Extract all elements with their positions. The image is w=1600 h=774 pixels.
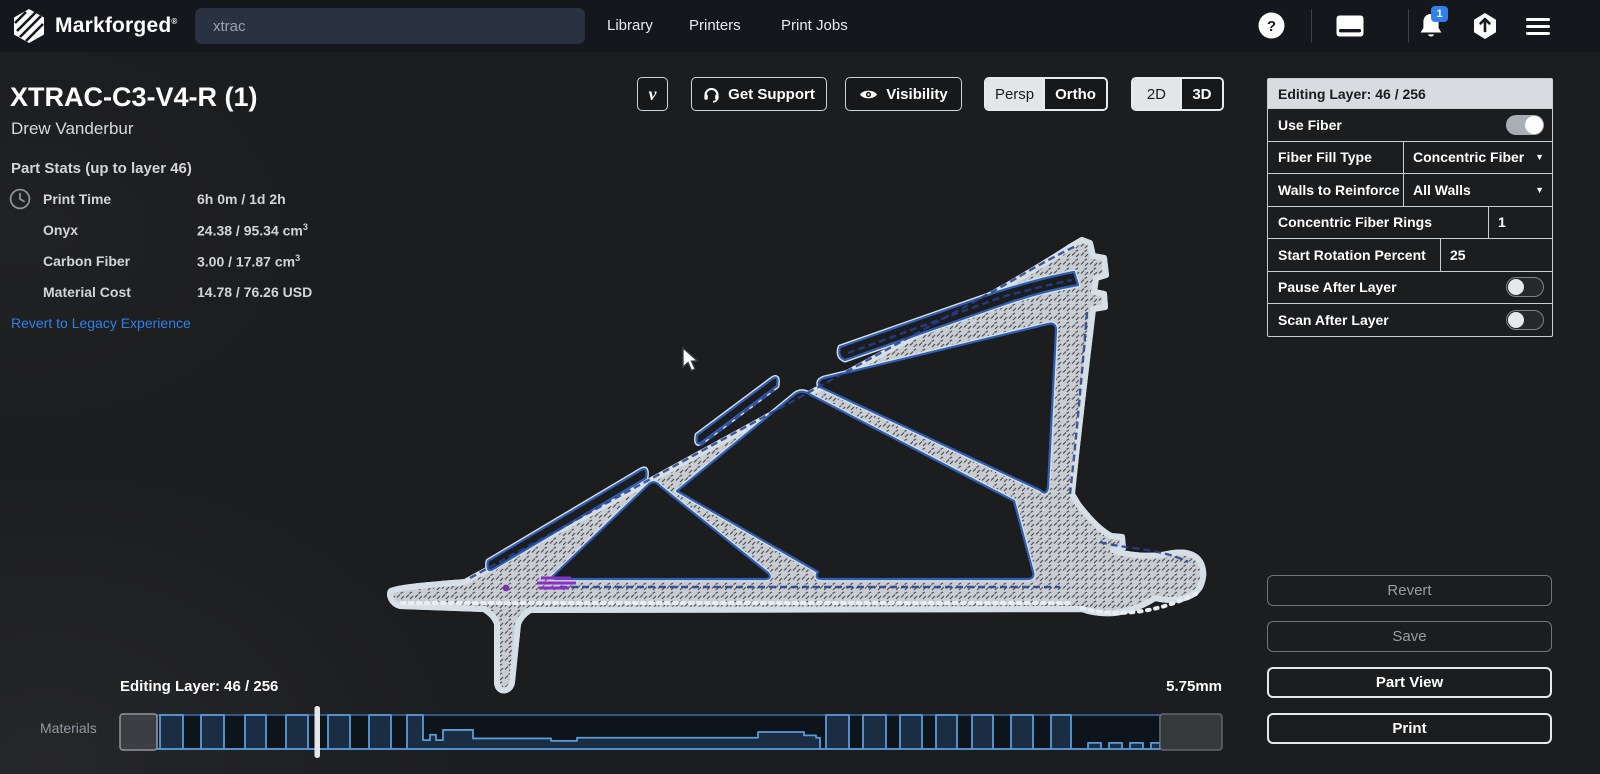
scan-after-layer-label: Scan After Layer [1278, 311, 1389, 328]
pause-after-layer-row: Pause After Layer [1268, 270, 1552, 304]
versions-button[interactable]: ν [637, 77, 668, 111]
save-button[interactable]: Save [1267, 621, 1552, 652]
layer-scrubber-handle[interactable] [314, 706, 321, 758]
ortho-option[interactable]: Ortho [1043, 79, 1106, 109]
editing-layer-label: Editing Layer: 46 / 256 [120, 678, 279, 695]
walls-to-reinforce-value: All Walls [1413, 181, 1471, 198]
brand-name: Markforged® [55, 14, 178, 37]
concentric-fiber-rings-value: 1 [1498, 214, 1506, 231]
fiber-fill-type-select[interactable]: Concentric Fiber ▼ [1403, 141, 1552, 173]
use-fiber-row: Use Fiber [1268, 108, 1552, 141]
pause-after-layer-label: Pause After Layer [1278, 279, 1397, 296]
stat-label: Print Time [43, 191, 112, 207]
fiber-fill-type-label: Fiber Fill Type [1278, 149, 1372, 166]
stat-value: 3.00 / 17.87 cm3 [197, 253, 301, 270]
dimension-toggle: 2D 3D [1131, 77, 1224, 111]
menu-icon[interactable] [1526, 14, 1550, 39]
2d-option[interactable]: 2D [1133, 79, 1180, 109]
start-rotation-percent-input[interactable]: 25 [1440, 239, 1552, 271]
fiber-fill-type-value: Concentric Fiber [1413, 149, 1525, 166]
scan-after-layer-row: Scan After Layer [1268, 303, 1552, 336]
print-system-icon[interactable] [1336, 15, 1364, 42]
markforged-logo-icon [14, 9, 44, 43]
concentric-fiber-rings-row: Concentric Fiber Rings 1 [1268, 205, 1552, 238]
nav-library[interactable]: Library [607, 17, 653, 34]
mouse-cursor [682, 347, 700, 372]
visibility-button[interactable]: Visibility [845, 77, 962, 111]
upload-hexagon-icon[interactable] [1472, 12, 1498, 45]
part-slice-view[interactable] [380, 192, 1220, 712]
stat-value: 6h 0m / 1d 2h [197, 191, 286, 207]
part-view-button[interactable]: Part View [1267, 667, 1552, 698]
stat-label: Carbon Fiber [43, 253, 131, 269]
highlighted-fiber-dot [502, 584, 510, 592]
search-input[interactable] [195, 8, 585, 44]
walls-to-reinforce-select[interactable]: All Walls ▼ [1403, 174, 1552, 206]
svg-text:?: ? [1267, 18, 1276, 35]
chevron-down-icon: ▼ [1535, 184, 1544, 195]
pause-after-layer-toggle[interactable] [1506, 277, 1544, 298]
visibility-label: Visibility [886, 85, 948, 103]
stat-label: Material Cost [43, 284, 131, 300]
concentric-fiber-rings-input[interactable]: 1 [1488, 206, 1552, 238]
nav-print-jobs[interactable]: Print Jobs [781, 17, 848, 34]
fiber-fill-type-row: Fiber Fill Type Concentric Fiber ▼ [1268, 140, 1552, 173]
start-rotation-percent-row: Start Rotation Percent 25 [1268, 238, 1552, 271]
notification-badge: 1 [1431, 6, 1448, 22]
stat-value: 14.78 / 76.26 USD [197, 284, 313, 300]
use-fiber-label: Use Fiber [1278, 116, 1342, 133]
walls-to-reinforce-label: Walls to Reinforce [1278, 181, 1400, 198]
editing-layer-header: Editing Layer: 46 / 256 [1268, 79, 1552, 108]
stat-value: 24.38 / 95.34 cm3 [197, 222, 308, 239]
revert-button[interactable]: Revert [1267, 575, 1552, 606]
layer-settings-panel: Editing Layer: 46 / 256 Use Fiber Fiber … [1267, 78, 1553, 337]
page-title: XTRAC-C3-V4-R (1) [10, 82, 258, 112]
scan-after-layer-toggle[interactable] [1506, 309, 1544, 330]
part-owner: Drew Vanderbur [11, 119, 134, 138]
nav-printers[interactable]: Printers [689, 17, 741, 34]
use-fiber-toggle[interactable] [1506, 114, 1544, 135]
divider [1408, 9, 1409, 43]
clock-icon [9, 188, 31, 210]
materials-label: Materials [40, 720, 97, 736]
top-bar: Markforged® Library Printers Print Jobs … [0, 0, 1600, 52]
markforged-logo[interactable]: Markforged® [12, 8, 177, 44]
headset-icon [704, 87, 719, 103]
get-support-button[interactable]: Get Support [691, 77, 827, 111]
help-icon[interactable]: ? [1258, 12, 1285, 44]
walls-to-reinforce-row: Walls to Reinforce All Walls ▼ [1268, 173, 1552, 206]
start-rotation-percent-value: 25 [1450, 246, 1466, 263]
get-support-label: Get Support [728, 85, 815, 103]
chevron-down-icon: ▼ [1535, 152, 1544, 163]
viewport-canvas[interactable]: XTRAC-C3-V4-R (1) Drew Vanderbur Part St… [0, 52, 1600, 774]
revert-legacy-link[interactable]: Revert to Legacy Experience [11, 315, 191, 331]
stat-label: Onyx [43, 222, 79, 238]
start-rotation-percent-label: Start Rotation Percent [1278, 246, 1426, 263]
eye-icon [860, 90, 878, 98]
projection-toggle: Persp Ortho [984, 77, 1108, 111]
part-stats-heading: Part Stats (up to layer 46) [11, 160, 192, 177]
persp-option[interactable]: Persp [986, 79, 1044, 109]
3d-option[interactable]: 3D [1179, 79, 1222, 109]
print-button[interactable]: Print [1267, 713, 1552, 744]
divider [1311, 9, 1312, 43]
concentric-fiber-rings-label: Concentric Fiber Rings [1278, 214, 1433, 231]
